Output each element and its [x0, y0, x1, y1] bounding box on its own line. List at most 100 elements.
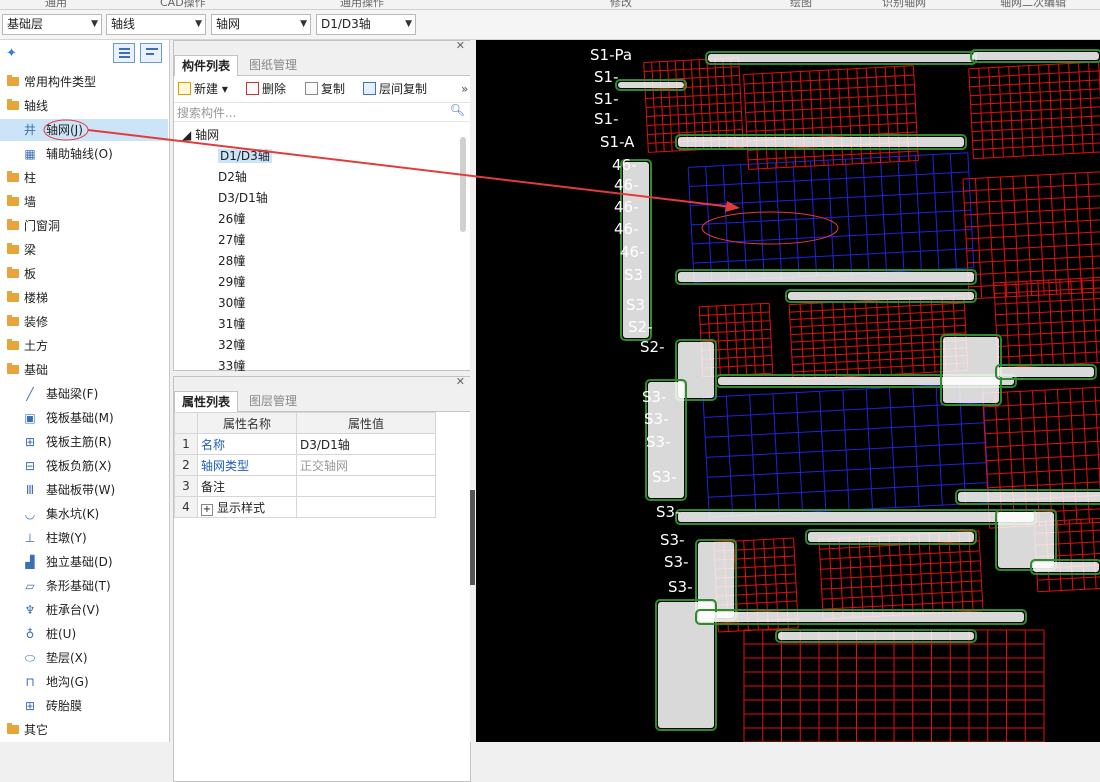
component-list-item[interactable]: 29幢 [218, 272, 245, 292]
tree-sub-item[interactable]: 井轴网(J) [0, 119, 168, 141]
tree-folder-item[interactable]: 墙 [0, 191, 168, 213]
tab-property-list[interactable]: 属性列表 [174, 391, 239, 412]
axis-name-label: S3- [644, 410, 668, 428]
tree-folder-item[interactable]: 轴线 [0, 95, 168, 117]
component-list-item[interactable]: D1/D3轴 [218, 146, 272, 166]
property-value-field[interactable]: D3/D1轴 [296, 433, 436, 455]
search-icon[interactable]: 🔍︎ [450, 103, 465, 117]
tab-drawing-management[interactable]: 图纸管理 [242, 55, 304, 75]
ribbon-item[interactable]: CAD操作 [160, 0, 206, 9]
folder-icon [7, 243, 19, 254]
component-list-item[interactable]: 32幢 [218, 335, 245, 355]
tree-sub-item[interactable]: ⊞ 筏板主筋(R) [0, 431, 168, 453]
component-search-box[interactable]: 搜索构件... 🔍︎ [174, 103, 470, 122]
folder-icon [7, 219, 19, 230]
delete-button[interactable]: 删除 [246, 81, 286, 97]
component-list-item[interactable]: 33幢 [218, 356, 245, 376]
tree-folder-item[interactable]: 板 [0, 263, 168, 285]
tree-sub-item[interactable]: Ⅲ 基础板带(W) [0, 479, 168, 501]
tree-folder-item[interactable]: 基础 [0, 359, 168, 381]
list-scrollbar[interactable] [460, 137, 466, 232]
property-group-row[interactable]: + 显示样式 [197, 496, 297, 518]
tree-sub-item[interactable]: ╱ 基础梁(F) [0, 383, 168, 405]
component-item-label: 26幢 [218, 212, 246, 226]
tree-sub-item[interactable]: ⊓ 地沟(G) [0, 671, 168, 693]
chevron-down-icon: ▼ [195, 19, 202, 29]
axis-label-cluster [618, 82, 684, 88]
property-value-field[interactable] [296, 496, 436, 518]
delete-icon [246, 82, 259, 95]
component-list-item[interactable]: 31幢 [218, 314, 245, 334]
pin-icon[interactable]: ✦ [6, 46, 17, 61]
collapse-icon[interactable]: ◢ [182, 128, 191, 142]
folder-icon [7, 363, 19, 374]
expand-icon[interactable]: + [201, 503, 213, 516]
tree-folder-item[interactable]: 楼梯 [0, 287, 168, 309]
close-icon[interactable]: ✕ [456, 39, 465, 52]
component-list-item[interactable]: 30幢 [218, 293, 245, 313]
cushion-layer-icon: ⬭ [24, 651, 36, 665]
ribbon-item[interactable]: 绘图 [790, 0, 812, 9]
component-list-item[interactable]: 26幢 [218, 209, 245, 229]
tree-folder-item[interactable]: 柱 [0, 167, 168, 189]
component-list-item[interactable]: 28幢 [218, 251, 245, 271]
strip-footing-icon: ▱ [25, 579, 35, 593]
axis-label-cluster [778, 632, 974, 640]
more-icon[interactable]: » [461, 81, 468, 97]
component-list-item[interactable]: D3/D1轴 [218, 188, 268, 208]
tree-sub-item[interactable]: ▱ 条形基础(T) [0, 575, 168, 597]
close-icon[interactable]: ✕ [456, 375, 465, 388]
category-value: 轴线 [111, 17, 136, 31]
drawing-canvas[interactable]: S1-Pa S1- S1- S1- S1-A 46- 46- 46- 46- 46- S3 S3 S2-… [476, 40, 1100, 742]
ribbon-strip: 通用 CAD操作 通用操作 修改 绘图 识别轴网 轴网二次编辑 [0, 0, 1100, 10]
category-select[interactable]: 轴线 ▼ [106, 14, 206, 35]
ribbon-item[interactable]: 修改 [610, 0, 632, 9]
chevron-down-icon: ▼ [300, 19, 307, 29]
tree-folder-item[interactable]: 门窗洞 [0, 215, 168, 237]
tree-folder-item[interactable]: 装修 [0, 311, 168, 333]
ribbon-item[interactable]: 轴网二次编辑 [1000, 0, 1066, 9]
component-list-item[interactable]: D2轴 [218, 167, 247, 187]
splitter-grip[interactable] [470, 490, 475, 585]
tree-folder-item[interactable]: 土方 [0, 335, 168, 357]
table-row: 3 备注 [174, 475, 436, 497]
new-button[interactable]: 新建 ▾ [178, 81, 228, 97]
property-value-field[interactable] [296, 475, 436, 497]
tab-component-list[interactable]: 构件列表 [174, 55, 239, 76]
row-number: 4 [174, 496, 198, 518]
floor-copy-button[interactable]: 层间复制 [363, 81, 427, 97]
tree-folder-item[interactable]: 梁 [0, 239, 168, 261]
table-row: 4 + 显示样式 [174, 496, 436, 518]
ribbon-item[interactable]: 通用 [45, 0, 67, 9]
tree-sub-item[interactable]: ◡ 集水坑(K) [0, 503, 168, 525]
property-value-field[interactable]: 正交轴网 [296, 454, 436, 476]
tree-sub-item[interactable]: ♁ 桩(U) [0, 623, 168, 645]
component-list-item[interactable]: 27幢 [218, 230, 245, 250]
tree-folder-item[interactable]: 其它 [0, 719, 168, 741]
tree-sub-item[interactable]: ⊥ 柱墩(Y) [0, 527, 168, 549]
tree-sub-item[interactable]: ♆ 桩承台(V) [0, 599, 168, 621]
tree-sub-item[interactable]: ⬭ 垫层(X) [0, 647, 168, 669]
type-select[interactable]: 轴网 ▼ [211, 14, 311, 35]
type-value: 轴网 [216, 17, 241, 31]
tab-layer-management[interactable]: 图层管理 [242, 391, 304, 411]
tree-sub-item[interactable]: ▟ 独立基础(D) [0, 551, 168, 573]
tree-item-label: 柱 [24, 171, 37, 185]
copy-button[interactable]: 复制 [305, 81, 345, 97]
detail-view-button[interactable] [140, 43, 162, 63]
component-item-label: 32幢 [218, 338, 246, 352]
ribbon-item[interactable]: 通用操作 [340, 0, 384, 9]
tree-sub-item[interactable]: ⊟ 筏板负筋(X) [0, 455, 168, 477]
ribbon-item[interactable]: 识别轴网 [882, 0, 926, 9]
floor-select[interactable]: 基础层 ▼ [2, 14, 102, 35]
isolated-footing-icon: ▟ [25, 555, 35, 569]
tree-sub-item[interactable]: ▣ 筏板基础(M) [0, 407, 168, 429]
element-select[interactable]: D1/D3轴 ▼ [316, 14, 416, 35]
list-view-button[interactable] [113, 43, 135, 63]
tree-sub-item[interactable]: ⊞ 砖胎膜 [0, 695, 168, 717]
tree-item-label: 基础梁(F) [46, 387, 99, 401]
tree-sub-item[interactable]: ▦ 辅助轴线(O) [0, 143, 168, 165]
tree-root-axis-grid[interactable]: ◢ 轴网 [182, 125, 219, 145]
tree-folder-item[interactable]: 常用构件类型 [0, 71, 168, 93]
foundation-beam-icon: ╱ [26, 387, 34, 401]
